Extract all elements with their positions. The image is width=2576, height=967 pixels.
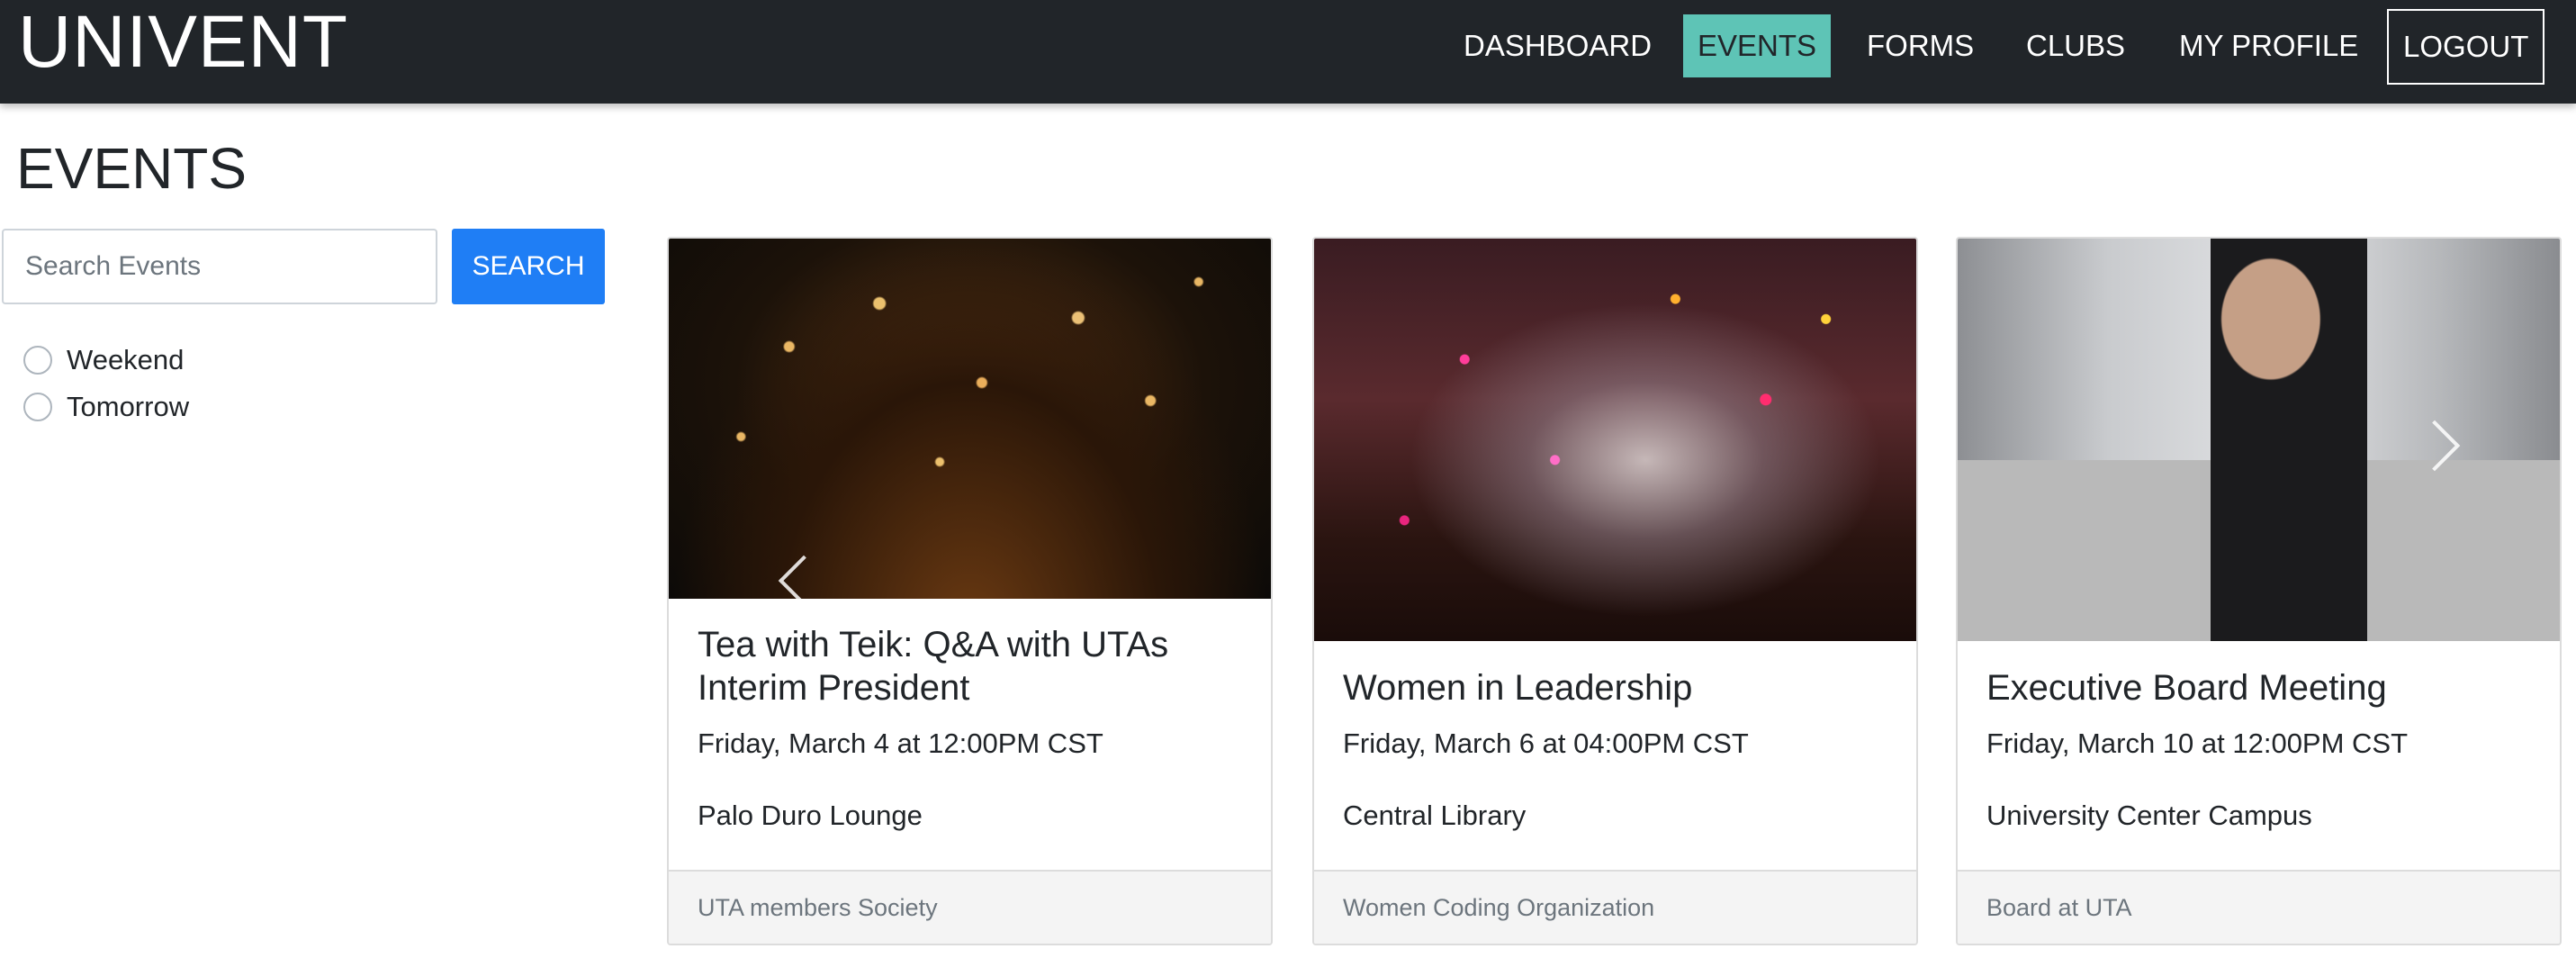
logout-button[interactable]: LOGOUT [2387,9,2545,85]
brand-logo[interactable]: UNIVENT [18,2,348,83]
nav-my-profile[interactable]: MY PROFILE [2165,14,2373,77]
event-location: Palo Duro Lounge [698,800,923,831]
nav-forms[interactable]: FORMS [1852,14,1988,77]
search-button[interactable]: SEARCH [452,229,605,304]
event-image [1314,239,1916,641]
event-image [1958,239,2560,641]
top-navbar: UNIVENT DASHBOARD EVENTS FORMS CLUBS MY … [0,0,2576,104]
event-title[interactable]: Tea with Teik: Q&A with UTAs Interim Pre… [698,623,1249,709]
event-date: Friday, March 6 at 04:00PM CST [1343,728,1749,759]
chevron-left-icon[interactable] [778,555,830,607]
event-date: Friday, March 10 at 12:00PM CST [1986,728,2409,759]
radio-button[interactable] [23,346,52,375]
nav-dashboard[interactable]: DASHBOARD [1449,14,1666,77]
filter-weekend[interactable]: Weekend [23,342,184,378]
page-title: EVENTS [16,136,248,201]
event-location: Central Library [1343,800,1527,831]
filter-label: Weekend [67,344,185,375]
radio-button[interactable] [23,393,52,421]
event-card[interactable]: Executive Board Meeting Friday, March 10… [1956,237,2562,945]
event-image [669,239,1271,607]
event-card[interactable]: Tea with Teik: Q&A with UTAs Interim Pre… [667,237,1273,945]
chevron-right-icon[interactable] [2409,420,2461,472]
event-organizer: Women Coding Organization [1314,870,1916,944]
event-card[interactable]: Women in Leadership Friday, March 6 at 0… [1312,237,1918,945]
search-input[interactable] [2,229,437,304]
event-date: Friday, March 4 at 12:00PM CST [698,728,1103,759]
event-organizer: UTA members Society [669,870,1271,944]
nav-clubs[interactable]: CLUBS [2012,14,2139,77]
event-location: University Center Campus [1986,800,2312,831]
nav-events[interactable]: EVENTS [1683,14,1832,77]
filter-tomorrow[interactable]: Tomorrow [23,389,189,425]
event-title[interactable]: Executive Board Meeting [1986,666,2538,709]
event-organizer: Board at UTA [1958,870,2560,944]
filter-label: Tomorrow [67,391,190,422]
event-title[interactable]: Women in Leadership [1343,666,1895,709]
